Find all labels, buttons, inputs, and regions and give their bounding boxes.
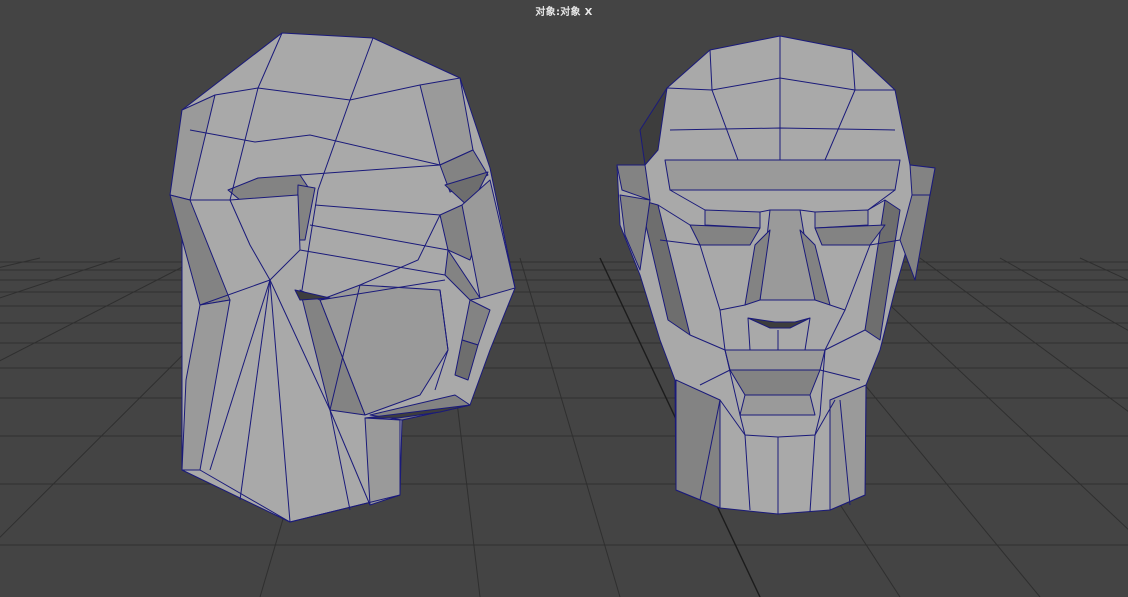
head-side-view-mesh[interactable]	[169, 32, 516, 523]
viewport-scene[interactable]	[0, 0, 1128, 597]
floor-grid	[0, 257, 1128, 597]
3d-viewport[interactable]: 对象:对象 X	[0, 0, 1128, 597]
head-front-view-mesh[interactable]	[616, 35, 936, 515]
